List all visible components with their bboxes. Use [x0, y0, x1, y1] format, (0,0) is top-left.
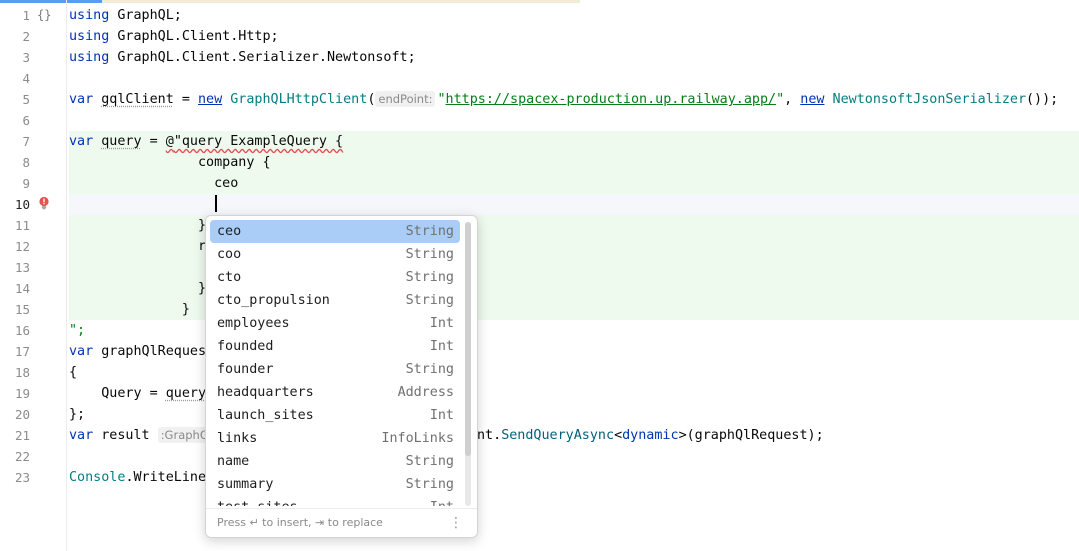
line-number: 4: [22, 71, 30, 86]
line-number-current: 10: [14, 197, 30, 212]
code-line-21-tail[interactable]: nt.SendQueryAsync<dynamic>(graphQlReques…: [477, 425, 824, 446]
code-line-16[interactable]: ";: [69, 320, 85, 341]
line-number: 13: [14, 260, 30, 275]
line-number: 7: [22, 134, 30, 149]
tab-indicator-active: [0, 0, 102, 3]
line-number: 1: [22, 8, 30, 23]
line-number: 8: [22, 155, 30, 170]
code-line-1[interactable]: using GraphQL;: [69, 5, 182, 26]
line-number: 9: [22, 176, 30, 191]
completion-item[interactable]: headquarters Address: [210, 381, 460, 404]
code-line-18[interactable]: {: [69, 362, 77, 383]
code-line-15[interactable]: }: [69, 299, 190, 320]
parameter-hint: endPoint:: [375, 91, 436, 107]
more-options-icon[interactable]: ⋮: [449, 509, 463, 537]
line-number: 23: [14, 470, 30, 485]
line-number: 19: [14, 386, 30, 401]
line-number: 6: [22, 113, 30, 128]
completion-item[interactable]: founder String: [210, 358, 460, 381]
error-bulb-icon[interactable]: [38, 196, 50, 210]
completion-item[interactable]: launch_sites Int: [210, 404, 460, 427]
code-line-19[interactable]: Query = query: [69, 383, 206, 404]
code-line-7[interactable]: var query = @"query ExampleQuery {: [69, 131, 343, 152]
gutter-divider: [66, 0, 67, 551]
line-number: 16: [14, 323, 30, 338]
line-number: 12: [14, 239, 30, 254]
code-line-23[interactable]: Console.WriteLine: [69, 467, 206, 488]
code-line-21[interactable]: var result :GraphQ: [69, 425, 214, 446]
completion-item[interactable]: cto String: [210, 266, 460, 289]
completion-item[interactable]: coo String: [210, 243, 460, 266]
line-number: 2: [22, 29, 30, 44]
completion-hint-text: Press ↵ to insert, ⇥ to replace: [217, 516, 383, 529]
text-caret: [215, 195, 217, 212]
code-line-5[interactable]: var gqlClient = new GraphQLHttpClient(en…: [69, 89, 1058, 110]
completion-scrollbar-thumb[interactable]: [465, 222, 471, 456]
line-number: 21: [14, 428, 30, 443]
code-line-20[interactable]: };: [69, 404, 85, 425]
completion-item[interactable]: cto_propulsion String: [210, 289, 460, 312]
code-block-fold-icon[interactable]: {}: [37, 5, 51, 26]
line-number: 15: [14, 302, 30, 317]
code-line-8[interactable]: company {: [69, 152, 271, 173]
line-number: 11: [14, 218, 30, 233]
line-number: 5: [22, 92, 30, 107]
current-line-highlight: [69, 194, 1079, 215]
code-line-2[interactable]: using GraphQL.Client.Http;: [69, 26, 279, 47]
completion-item[interactable]: employees Int: [210, 312, 460, 335]
line-number: 22: [14, 449, 30, 464]
completion-item[interactable]: name String: [210, 450, 460, 473]
completion-scrollbar[interactable]: [465, 222, 471, 506]
completion-list[interactable]: ceo String coo String cto String cto_propul…: [210, 220, 460, 506]
completion-item[interactable]: test_sitesInt: [210, 496, 460, 506]
code-line-9[interactable]: ceo: [69, 173, 238, 194]
completion-item[interactable]: summary String: [210, 473, 460, 496]
code-line-14[interactable]: }: [69, 278, 206, 299]
completion-item[interactable]: links InfoLinks: [210, 427, 460, 450]
line-number: 14: [14, 281, 30, 296]
tab-indicator-bar: [102, 0, 580, 3]
completion-item-selected[interactable]: ceo String: [210, 220, 460, 243]
line-number: 20: [14, 407, 30, 422]
code-completion-popup[interactable]: ceo String coo String cto String cto_propul…: [205, 215, 478, 538]
completion-item[interactable]: founded Int: [210, 335, 460, 358]
line-number: 17: [14, 344, 30, 359]
code-line-17[interactable]: var graphQlReques: [69, 341, 206, 362]
line-number: 18: [14, 365, 30, 380]
line-number: 3: [22, 50, 30, 65]
endpoint-url-link[interactable]: https://spacex-production.up.railway.app…: [446, 92, 777, 107]
code-line-3[interactable]: using GraphQL.Client.Serializer.Newtonso…: [69, 47, 416, 68]
code-line-11[interactable]: }: [69, 215, 206, 236]
completion-footer: Press ↵ to insert, ⇥ to replace ⋮: [206, 508, 477, 537]
code-line-12[interactable]: r: [69, 236, 206, 257]
type-hint: :GraphQ: [157, 427, 212, 443]
